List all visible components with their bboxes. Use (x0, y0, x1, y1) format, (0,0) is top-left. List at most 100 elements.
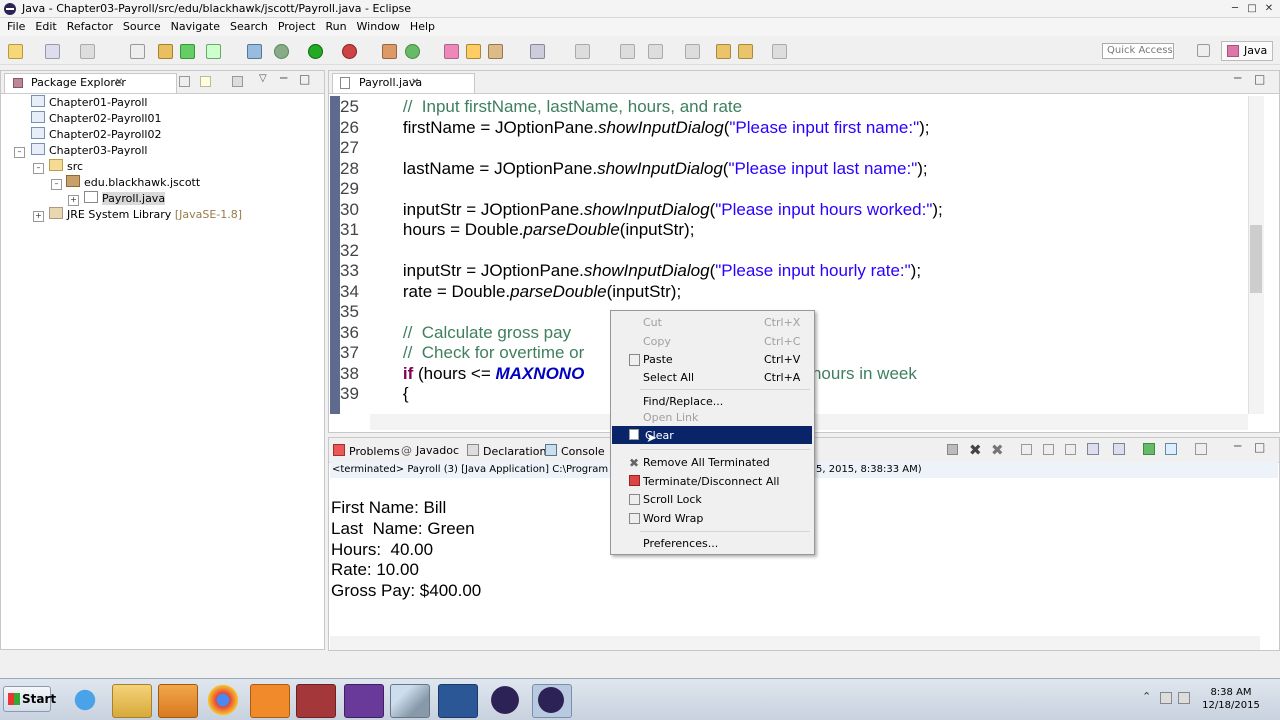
menu-item-find-replace[interactable]: Find/Replace... (643, 395, 723, 408)
menu-item-open-link[interactable]: Open Link (643, 411, 698, 424)
menu-search[interactable]: Search (230, 18, 268, 36)
tab-problems[interactable]: Problems (333, 444, 400, 458)
access-icon[interactable] (296, 684, 336, 718)
tree-item-jre[interactable]: JRE System Library [JavaSE-1.8] (49, 207, 242, 223)
pin-console-icon[interactable] (1143, 443, 1155, 455)
next-annotation-icon[interactable] (648, 44, 663, 59)
tray-network-icon[interactable] (1178, 692, 1190, 704)
external-tools-icon[interactable] (158, 44, 173, 59)
quick-access-input[interactable]: Quick Access (1102, 43, 1174, 59)
code-line[interactable]: 26 firstName = JOptionPane.showInputDial… (340, 118, 930, 139)
new-java-project-icon[interactable] (382, 44, 397, 59)
tree-item-payroll-java[interactable]: Payroll.java (84, 191, 166, 207)
collapse-src-icon[interactable]: – (33, 163, 44, 174)
tray-arrow-icon[interactable]: ⌃ (1142, 690, 1151, 703)
start-button[interactable]: Start (3, 686, 56, 712)
tree-item-chapter02-01[interactable]: Chapter02-Payroll01 (31, 111, 161, 127)
code-line[interactable]: 32 (340, 241, 384, 262)
eclipse-taskbar-icon[interactable] (486, 684, 524, 716)
eclipse-active-taskbar-icon[interactable] (532, 684, 572, 718)
code-line[interactable]: 37 // Check for overtime or (340, 343, 584, 364)
tray-action-center-icon[interactable] (1160, 692, 1172, 704)
expand-jre-icon[interactable]: + (33, 211, 44, 222)
debug-icon[interactable] (274, 44, 289, 59)
open-perspective-icon[interactable] (1197, 44, 1210, 57)
remove-all-icon[interactable]: ✖ (991, 441, 1004, 459)
task-icon[interactable] (206, 44, 221, 59)
collapse-all-icon[interactable] (179, 76, 190, 87)
menu-edit[interactable]: Edit (35, 18, 56, 36)
skip-breakpoints-icon[interactable] (130, 44, 145, 59)
expand-payroll-icon[interactable]: + (68, 195, 79, 206)
word-icon[interactable] (438, 684, 478, 718)
minimize-view-icon[interactable]: ─ (280, 71, 287, 85)
word-wrap-icon[interactable] (1065, 444, 1076, 455)
close-button[interactable]: ✕ (1262, 2, 1276, 15)
collapse-chapter03-icon[interactable]: – (14, 147, 25, 158)
run-coverage-icon[interactable] (342, 44, 357, 59)
save-all-icon[interactable] (80, 44, 95, 59)
menu-item-word-wrap[interactable]: Word Wrap (643, 512, 703, 525)
menu-item-remove-all-terminated[interactable]: Remove All Terminated (643, 456, 770, 469)
back-icon[interactable] (738, 44, 753, 59)
code-line[interactable]: 33 inputStr = JOptionPane.showInputDialo… (340, 261, 921, 282)
tab-package-explorer[interactable]: Package Explorer ✕ (4, 73, 177, 93)
code-line[interactable]: 25 // Input firstName, lastName, hours, … (340, 97, 742, 118)
menu-navigate[interactable]: Navigate (171, 18, 220, 36)
maximize-view-icon[interactable]: □ (299, 72, 310, 86)
menu-run[interactable]: Run (325, 18, 346, 36)
system-clock[interactable]: 8:38 AM 12/18/2015 (1196, 686, 1266, 716)
chrome-icon[interactable] (204, 684, 242, 716)
maximize-button[interactable]: □ (1245, 2, 1259, 15)
code-line[interactable]: 39 { (340, 384, 409, 405)
tree-item-chapter03[interactable]: Chapter03-Payroll (31, 143, 147, 159)
tab-javadoc[interactable]: @ Javadoc (401, 444, 459, 457)
new-icon[interactable] (8, 44, 23, 59)
menu-file[interactable]: File (7, 18, 25, 36)
open-console-icon[interactable] (1195, 443, 1207, 455)
scroll-lock-icon[interactable] (1043, 444, 1054, 455)
clear-console-icon[interactable] (1021, 444, 1032, 455)
minimize-editor-icon[interactable]: ─ (1234, 71, 1241, 85)
menu-source[interactable]: Source (123, 18, 161, 36)
console-horizontal-scrollbar[interactable] (330, 636, 1260, 650)
link-with-editor-icon[interactable] (200, 76, 211, 87)
notepad-icon[interactable] (390, 684, 430, 718)
code-line[interactable]: 27 (340, 138, 384, 159)
show-on-output-icon[interactable] (1087, 443, 1099, 455)
toggle-mark-icon[interactable] (575, 44, 590, 59)
menu-item-copy[interactable]: Copy (643, 335, 671, 348)
menu-item-select-all[interactable]: Select All (643, 371, 694, 384)
remove-launch-icon[interactable]: ✖ (969, 441, 982, 459)
forward-icon[interactable] (772, 44, 787, 59)
media-player-icon[interactable] (158, 684, 198, 718)
code-line[interactable]: 28 lastName = JOptionPane.showInputDialo… (340, 159, 928, 180)
close-tab-icon[interactable]: ✕ (115, 74, 123, 92)
editor-scroll-thumb[interactable] (1250, 225, 1262, 293)
close-editor-tab-icon[interactable]: ✕ (411, 74, 419, 92)
show-whitespace-icon[interactable] (620, 44, 635, 59)
tree-item-package[interactable]: edu.blackhawk.jscott (66, 175, 200, 191)
code-line[interactable]: 29 (340, 179, 384, 200)
collapse-package-icon[interactable]: – (51, 179, 62, 190)
visual-studio-icon[interactable] (344, 684, 384, 718)
code-line[interactable]: 35 (340, 302, 384, 323)
code-line[interactable]: 31 hours = Double.parseDouble(inputStr); (340, 220, 694, 241)
minimize-console-icon[interactable]: ─ (1234, 439, 1241, 453)
last-edit-icon[interactable] (716, 44, 731, 59)
tree-item-src[interactable]: src (49, 159, 83, 175)
tab-console[interactable]: Console (545, 444, 605, 458)
terminate-icon[interactable] (947, 444, 958, 455)
annotation-icon[interactable] (530, 44, 545, 59)
tree-item-chapter02-02[interactable]: Chapter02-Payroll02 (31, 127, 161, 143)
view-menu-icon[interactable]: ▽ (259, 73, 267, 84)
xampp-icon[interactable] (250, 684, 290, 718)
menu-project[interactable]: Project (278, 18, 316, 36)
maximize-editor-icon[interactable]: □ (1254, 72, 1265, 86)
open-type-icon[interactable] (444, 44, 459, 59)
tree-item-chapter01[interactable]: Chapter01-Payroll (31, 95, 147, 111)
run-icon[interactable] (308, 44, 323, 59)
open-folder-icon[interactable] (466, 44, 481, 59)
tab-payroll-java[interactable]: Payroll.java ✕ (332, 73, 475, 93)
focus-icon[interactable] (232, 76, 243, 87)
